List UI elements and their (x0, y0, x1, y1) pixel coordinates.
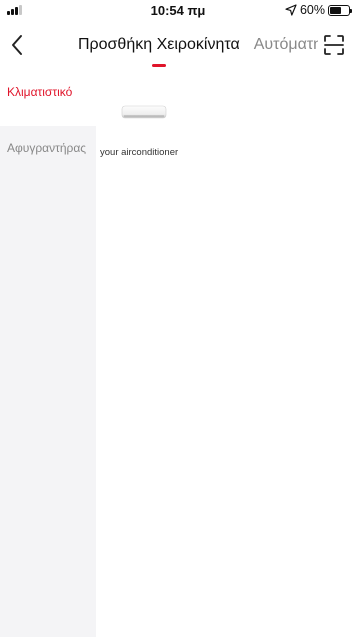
back-button[interactable] (0, 20, 34, 70)
tab-auto-scan-label: Αυτόματη (253, 36, 323, 53)
battery-icon (328, 4, 352, 16)
scan-button[interactable] (318, 20, 350, 70)
category-air-conditioner-label: Κλιματιστικό (7, 85, 73, 99)
device-item-air-conditioner[interactable]: your airconditioner (100, 102, 178, 158)
category-sidebar: Κλιματιστικό Αφυγραντήρας (0, 70, 96, 637)
location-arrow-icon (285, 4, 297, 16)
battery-fill (330, 6, 341, 14)
add-device-screen: 10:54 πμ 60% Προσθήκη Χειροκίνητα Αυτόμα… (0, 0, 356, 637)
scan-icon (324, 35, 344, 55)
status-bar: 10:54 πμ 60% (0, 0, 356, 20)
active-tab-indicator (151, 64, 166, 67)
device-list: your airconditioner (96, 70, 356, 637)
tab-strip: Προσθήκη Χειροκίνητα Αυτόματη (78, 20, 322, 70)
device-label: your airconditioner (100, 147, 179, 158)
category-dehumidifier-label: Αφυγραντήρας (7, 141, 87, 155)
tab-manual-add-label: Προσθήκη Χειροκίνητα (78, 36, 240, 53)
tab-manual-add[interactable]: Προσθήκη Χειροκίνητα (78, 36, 240, 67)
status-right-group: 60% (285, 3, 352, 17)
tab-auto-scan[interactable]: Αυτόματη (254, 36, 322, 54)
nav-bar: Προσθήκη Χειροκίνητα Αυτόματη (0, 20, 356, 70)
category-dehumidifier[interactable]: Αφυγραντήρας (0, 126, 96, 154)
battery-percent: 60% (299, 3, 325, 17)
chevron-left-icon (12, 35, 22, 55)
category-air-conditioner[interactable]: Κλιματιστικό (0, 70, 96, 126)
air-conditioner-icon (121, 105, 167, 119)
